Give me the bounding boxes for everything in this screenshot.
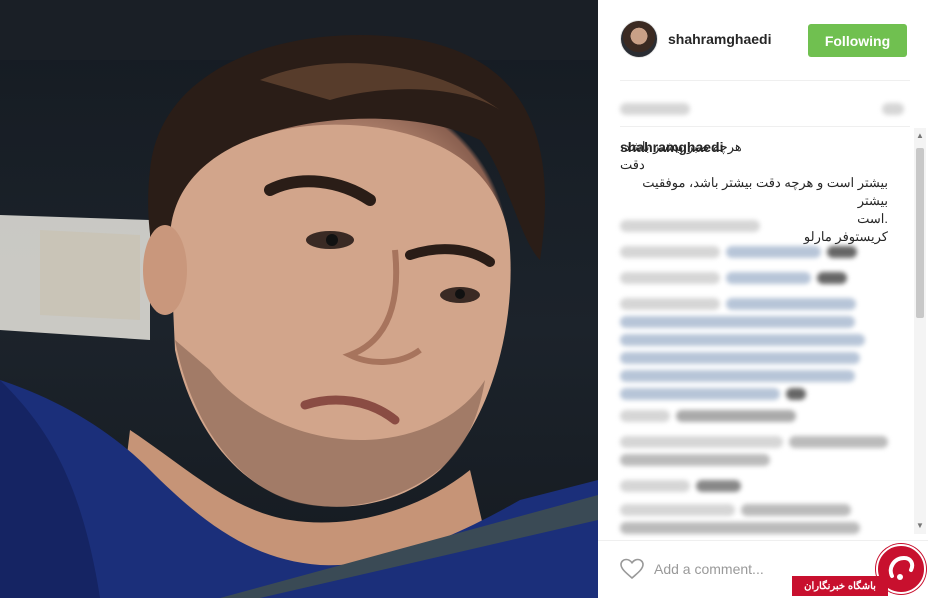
list-item bbox=[620, 410, 888, 428]
caption-line: بیشتر است و هرچه دقت بیشتر باشد، موفقیت … bbox=[642, 175, 888, 208]
watermark-logo: باشگاه خبرنگاران bbox=[792, 540, 928, 598]
comments-scrollbar[interactable]: ▲ ▼ bbox=[914, 128, 926, 534]
blurred-time bbox=[882, 103, 904, 115]
following-button[interactable]: Following bbox=[808, 24, 907, 57]
post-header: shahramghaedi Following bbox=[598, 0, 928, 80]
heart-icon[interactable] bbox=[620, 558, 644, 580]
list-item bbox=[620, 246, 888, 264]
caption-line: هرچه صبر بیشتر باشد، دقت bbox=[620, 139, 742, 172]
scroll-up-icon[interactable]: ▲ bbox=[916, 132, 924, 140]
watermark-label: باشگاه خبرنگاران bbox=[792, 576, 888, 596]
avatar[interactable] bbox=[620, 20, 658, 58]
post-photo[interactable] bbox=[0, 0, 598, 598]
scroll-thumb[interactable] bbox=[916, 148, 924, 318]
scroll-down-icon[interactable]: ▼ bbox=[916, 522, 924, 530]
blurred-likes bbox=[620, 103, 690, 115]
post-panel: shahramghaedi Following shahramghaedi هر… bbox=[598, 0, 928, 598]
likes-count-blurred bbox=[620, 98, 910, 120]
likes-divider bbox=[620, 126, 910, 127]
list-item bbox=[620, 220, 888, 238]
list-item bbox=[620, 504, 888, 538]
comments-scroll-area[interactable]: shahramghaedi هرچه صبر بیشتر باشد، دقت ب… bbox=[598, 128, 928, 538]
list-item bbox=[620, 272, 888, 290]
list-item bbox=[620, 436, 888, 472]
header-divider bbox=[620, 80, 910, 81]
list-item bbox=[620, 298, 888, 406]
photo-illustration bbox=[0, 0, 598, 598]
header-username[interactable]: shahramghaedi bbox=[668, 31, 771, 47]
list-item bbox=[620, 480, 888, 498]
